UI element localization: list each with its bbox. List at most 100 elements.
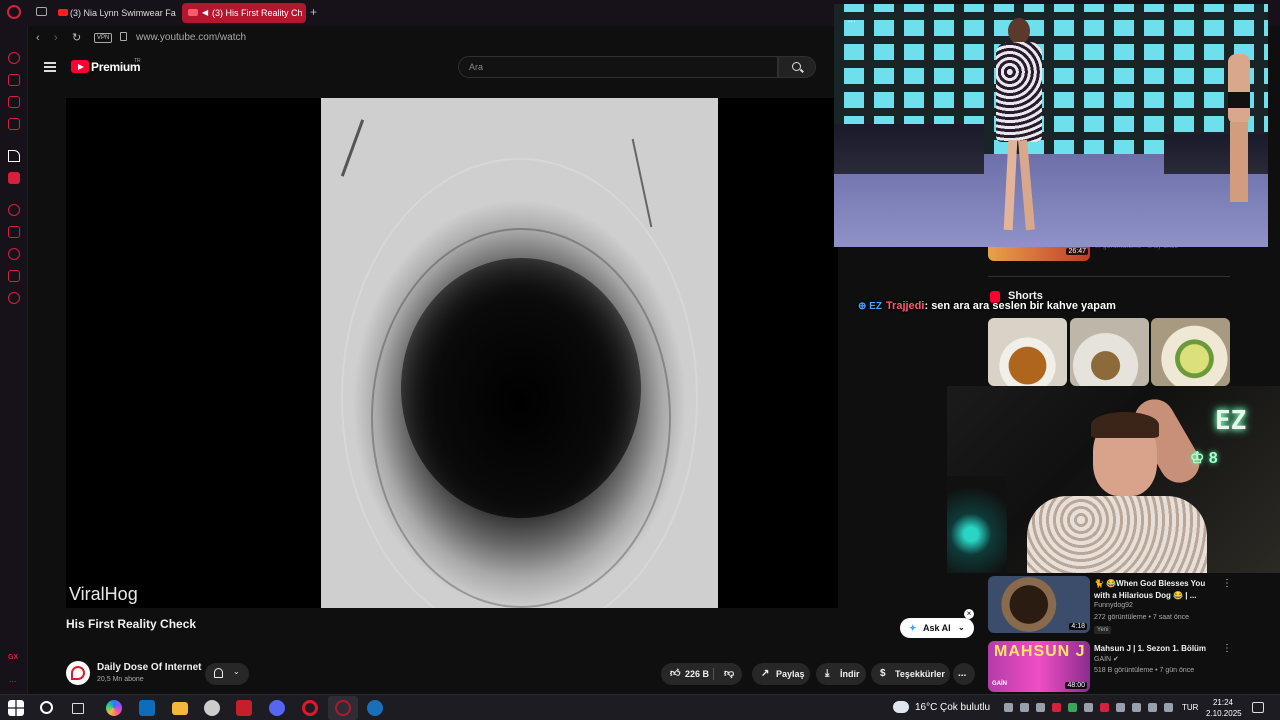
short-thumbnail[interactable]	[1070, 318, 1149, 386]
video-duration: 26:47	[1066, 248, 1088, 255]
stream-chat-message: ⊕ EZ Trajjedi: sen ara ara seslen bir kah…	[858, 300, 1116, 312]
tab-his-first-reality-check[interactable]: ◀ (3) His First Reality Ch	[182, 3, 306, 23]
pinboard-icon[interactable]	[8, 226, 20, 238]
aria-icon[interactable]	[8, 150, 20, 162]
video-player[interactable]: ViralHog	[66, 98, 838, 608]
recommendation-item[interactable]: MAHSUN J GAİN 48:00 Mahsun J | 1. Sezon …	[988, 641, 1232, 693]
tab-overview-icon[interactable]	[36, 7, 47, 16]
channel-avatar[interactable]	[66, 661, 90, 685]
obs-icon[interactable]	[204, 700, 220, 716]
ask-ai-button[interactable]: ✦ Ask AI ⌄	[900, 618, 974, 638]
search-input[interactable]: Ara	[458, 56, 778, 78]
opera-gx-icon[interactable]	[335, 700, 351, 716]
model-dress	[996, 42, 1042, 142]
microphone-icon[interactable]	[1116, 703, 1125, 712]
ask-ai-label: Ask AI	[923, 623, 951, 633]
download-label: İndir	[840, 669, 860, 679]
runway-video-overlay: ...	[834, 4, 1268, 247]
bag-icon[interactable]	[8, 74, 20, 86]
cloud-icon[interactable]	[893, 701, 909, 713]
outlook-icon[interactable]	[139, 700, 155, 716]
app-tray-icon[interactable]	[1052, 703, 1061, 712]
lock-icon[interactable]	[120, 32, 127, 41]
subscribe-notification-button[interactable]: ⌄	[205, 663, 249, 685]
news-icon[interactable]	[8, 118, 20, 130]
model-leg	[1003, 139, 1018, 231]
like-count: 226 B	[685, 669, 710, 679]
clock[interactable]: 21:24 2.10.2025	[1206, 697, 1242, 719]
menu-icon[interactable]	[44, 62, 56, 72]
more-actions-button[interactable]: ...	[953, 663, 975, 685]
recommendation-thumbnail[interactable]: MAHSUN J GAİN 48:00	[988, 641, 1090, 692]
player-icon[interactable]	[8, 204, 20, 216]
weather-temperature[interactable]: 16°C	[915, 702, 937, 713]
extensions-icon[interactable]	[8, 270, 20, 282]
chevron-down-icon: ⌄	[233, 667, 240, 676]
app-icon[interactable]	[236, 700, 252, 716]
close-icon[interactable]: ×	[964, 609, 974, 619]
new-tab-button[interactable]: +	[310, 4, 322, 20]
security-tray-icon[interactable]	[1100, 703, 1109, 712]
tab-nia-lynn[interactable]: (3) Nia Lynn Swimwear Fa	[52, 3, 176, 23]
search-button[interactable]	[778, 56, 816, 78]
gx-corner-label[interactable]: GX	[8, 654, 18, 661]
download-button[interactable]: ⤓ İndir	[816, 663, 866, 685]
network-tray-icon[interactable]	[1084, 703, 1093, 712]
forward-icon[interactable]: ›	[54, 31, 66, 45]
weather-condition[interactable]: Çok bulutlu	[940, 702, 990, 713]
search-placeholder: Ara	[469, 62, 484, 72]
recommendation-thumbnail[interactable]: 26:47	[988, 247, 1090, 261]
recommendation-channel[interactable]: Funnydog92	[1094, 602, 1133, 609]
thanks-label: Teşekkürler	[895, 669, 945, 679]
recommendation-channel[interactable]: GAİN ✔	[1094, 655, 1119, 663]
divider	[713, 668, 714, 680]
nvidia-tray-icon[interactable]	[1068, 703, 1077, 712]
usb-icon[interactable]	[1132, 703, 1141, 712]
copilot-icon[interactable]	[106, 700, 122, 716]
vpn-badge[interactable]: VPN	[94, 33, 113, 43]
back-icon[interactable]: ‹	[36, 31, 48, 45]
short-thumbnail[interactable]	[1151, 318, 1230, 386]
tray-overflow-icon[interactable]	[1004, 703, 1013, 712]
opera-icon[interactable]	[302, 700, 318, 716]
recommendation-title[interactable]: 🐈 😂When God Blesses You with a Hilarious…	[1094, 578, 1218, 602]
settings-icon[interactable]	[8, 292, 20, 304]
start-icon[interactable]	[8, 700, 24, 716]
reload-icon[interactable]: ↻	[72, 31, 84, 45]
refresh-sidebar-icon[interactable]	[8, 52, 20, 64]
streamer-hair	[1091, 412, 1159, 438]
wifi-icon[interactable]	[1148, 703, 1157, 712]
sidebar-more-icon[interactable]: ...	[9, 674, 17, 684]
steam-icon[interactable]	[367, 700, 383, 716]
youtube-premium-label[interactable]: Premium	[91, 60, 141, 74]
more-icon[interactable]: ⋮	[1222, 643, 1232, 654]
speaker-icon[interactable]: ◀	[202, 8, 209, 17]
search-icon[interactable]	[40, 701, 53, 714]
short-thumbnail[interactable]	[988, 318, 1067, 386]
recommendation-title[interactable]: Mahsun J | 1. Sezon 1. Bölüm	[1094, 643, 1218, 655]
discord-tray-icon[interactable]	[1036, 703, 1045, 712]
thanks-button[interactable]: $ Teşekkürler	[871, 663, 950, 685]
thanks-icon: $	[880, 668, 886, 679]
chat-icon[interactable]	[8, 96, 20, 108]
recommendation-item[interactable]: 4:18 🐈 😂When God Blesses You with a Hila…	[988, 576, 1232, 634]
discord-icon[interactable]	[269, 700, 285, 716]
task-view-icon[interactable]	[72, 703, 84, 714]
recommendation-thumbnail[interactable]: 4:18	[988, 576, 1090, 633]
youtube-logo-icon[interactable]	[71, 60, 89, 73]
more-icon[interactable]: ⋮	[1222, 578, 1232, 589]
channel-name[interactable]: Daily Dose Of Internet	[97, 662, 201, 673]
keyboard-language[interactable]: TUR	[1182, 703, 1198, 712]
opera-menu-icon[interactable]	[7, 5, 21, 19]
steam-tray-icon[interactable]	[1020, 703, 1029, 712]
tab-label: (3) His First Reality Ch	[212, 8, 303, 18]
file-explorer-icon[interactable]	[172, 702, 188, 715]
share-button[interactable]: ↗ Paylaş	[752, 663, 810, 685]
thumbs-down-icon[interactable]: 👎︎	[724, 663, 734, 685]
volume-icon[interactable]	[1164, 703, 1173, 712]
url-field[interactable]: www.youtube.com/watch	[136, 32, 246, 43]
history-icon[interactable]	[8, 248, 20, 260]
notification-icon[interactable]	[1252, 702, 1264, 713]
like-button[interactable]: 👍︎ 226 B 👎︎	[661, 663, 742, 685]
twitch-icon[interactable]	[8, 172, 20, 184]
